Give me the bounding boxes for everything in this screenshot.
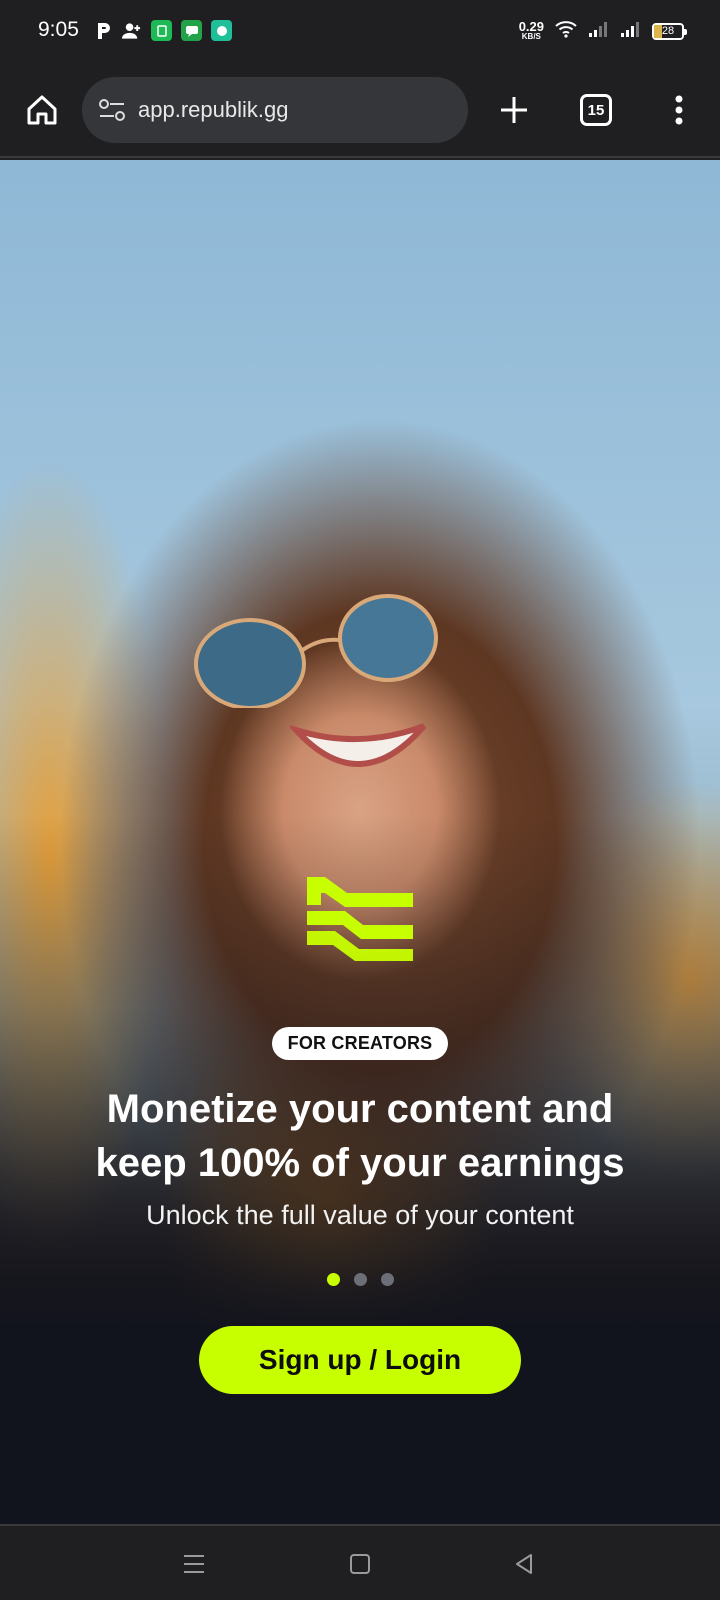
home-nav-button[interactable] <box>342 1546 378 1582</box>
more-menu-button[interactable] <box>664 90 694 130</box>
add-person-icon <box>121 20 142 41</box>
navigation-bar <box>0 1524 720 1600</box>
back-nav-button[interactable] <box>506 1546 542 1582</box>
hero-section: FOR CREATORS Monetize your content and k… <box>0 160 720 1524</box>
battery-level: 28 <box>661 25 675 37</box>
signup-login-button[interactable]: Sign up / Login <box>199 1326 521 1394</box>
chat-icon <box>211 20 232 41</box>
signal-icon <box>620 20 642 43</box>
tabs-button[interactable]: 15 <box>580 94 612 126</box>
messages-icon <box>181 20 202 41</box>
tab-count: 15 <box>587 101 605 119</box>
site-settings-icon[interactable] <box>96 94 128 126</box>
browser-toolbar: app.republik.gg 15 <box>0 64 720 158</box>
signal-icon <box>588 20 610 43</box>
address-bar[interactable]: app.republik.gg <box>82 77 468 143</box>
wifi-icon <box>554 20 578 43</box>
more-vert-icon <box>675 95 683 125</box>
hero-content: FOR CREATORS Monetize your content and k… <box>0 875 720 1394</box>
carousel-dot-2[interactable] <box>353 1273 367 1286</box>
recents-icon <box>184 1555 204 1573</box>
status-time: 9:05 <box>38 18 79 41</box>
back-icon <box>516 1554 532 1574</box>
home-square-icon <box>350 1554 370 1574</box>
notification-icons <box>96 20 232 41</box>
recents-button[interactable] <box>176 1546 212 1582</box>
for-creators-badge: FOR CREATORS <box>271 1027 449 1060</box>
new-tab-button[interactable] <box>494 90 534 130</box>
home-button[interactable] <box>22 90 62 130</box>
carousel-dot-3[interactable] <box>380 1273 394 1286</box>
status-bar: 9:05 0.29 KB/S 28 <box>0 0 720 64</box>
network-speed: 0.29 KB/S <box>518 18 544 41</box>
republik-logo <box>307 877 413 961</box>
hero-subtitle: Unlock the full value of your content <box>146 1200 574 1230</box>
home-icon <box>27 95 57 125</box>
carousel-dots <box>0 1273 720 1286</box>
url-text: app.republik.gg <box>138 97 289 122</box>
carousel-dot-1[interactable] <box>326 1273 340 1286</box>
system-icons: 0.29 KB/S 28 <box>518 18 687 43</box>
plus-icon <box>501 97 527 123</box>
hero-title: Monetize your content and keep 100% of y… <box>95 1087 625 1185</box>
battery-icon: 28 <box>652 23 687 40</box>
green-app-icon <box>151 20 172 41</box>
parking-icon <box>96 20 112 41</box>
